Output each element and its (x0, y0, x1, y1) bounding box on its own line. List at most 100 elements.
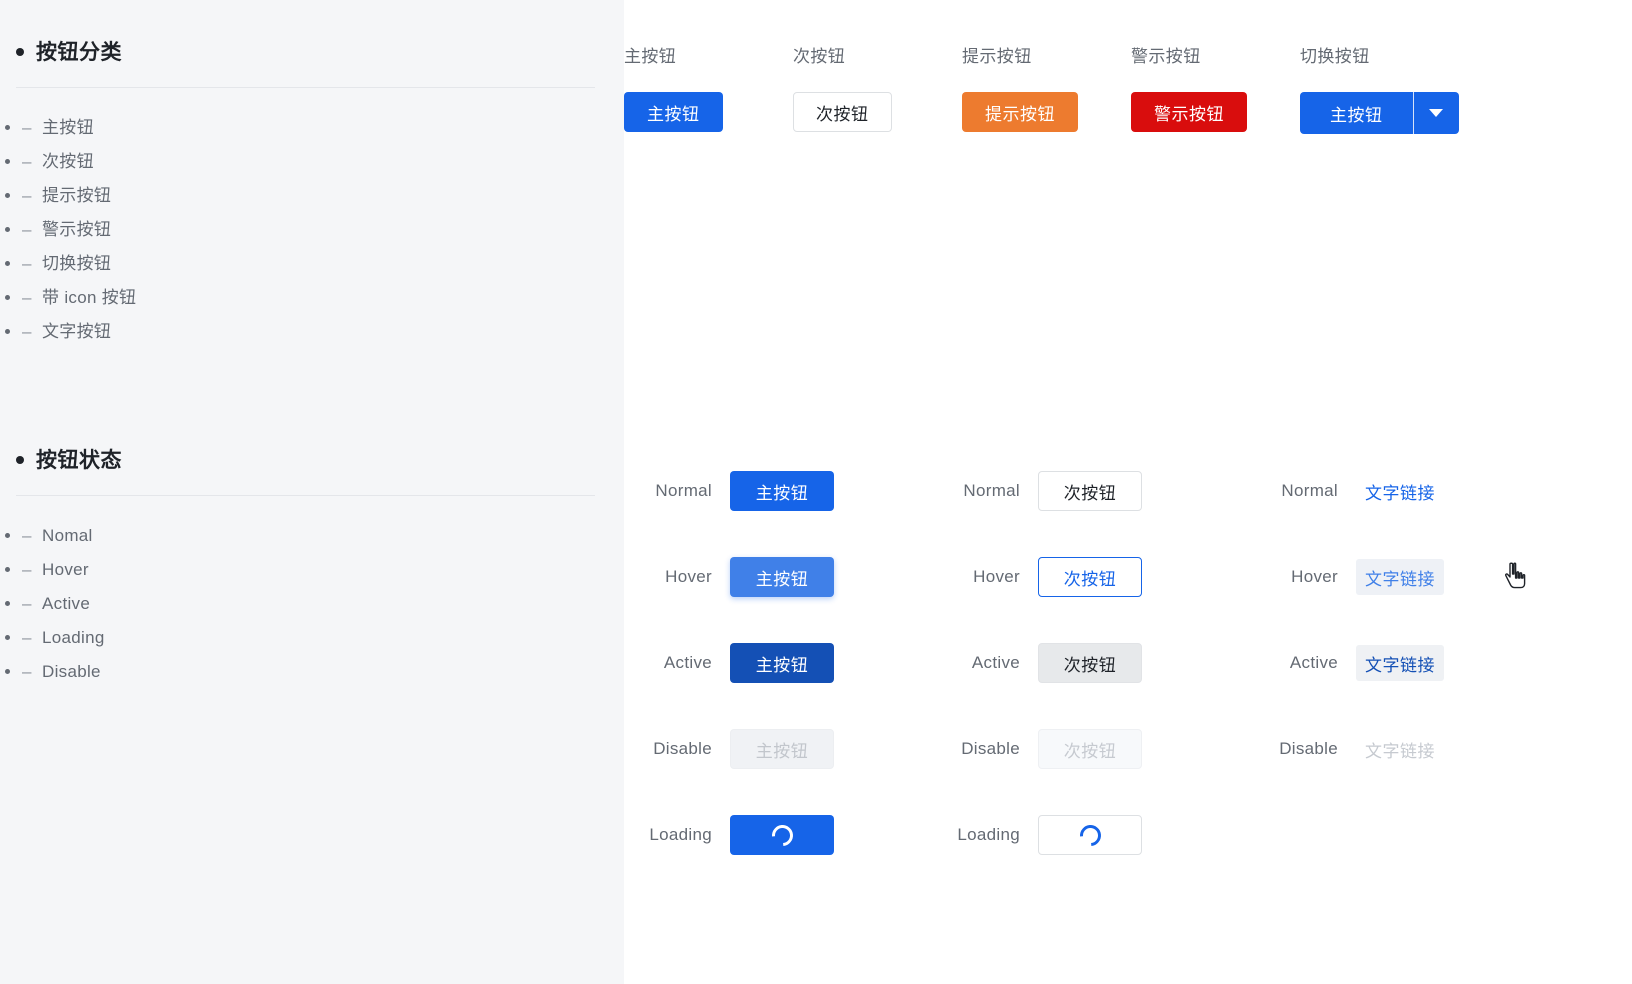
category-secondary: 次按钮 次按钮 (793, 44, 962, 134)
primary-button-active[interactable]: 主按钮 (730, 643, 834, 683)
category-button-wrap: 提示按钮 (962, 92, 1131, 132)
sidebar-item-label: Nomal (42, 526, 93, 545)
state-cell-link-normal: Normal 文字链接 (1236, 473, 1536, 509)
main-content: 主按钮 主按钮 次按钮 次按钮 提示按钮 提示按钮 警示按钮 警示按钮 切换按钮 (624, 0, 1632, 984)
state-cell-secondary-hover: Hover 次按钮 (930, 557, 1236, 597)
warning-button[interactable]: 提示按钮 (962, 92, 1078, 132)
state-label: Normal (655, 481, 712, 500)
text-link-active[interactable]: 文字链接 (1356, 645, 1444, 681)
category-primary: 主按钮 主按钮 (624, 44, 793, 134)
sidebar-heading: 按钮分类 (0, 34, 624, 68)
sidebar-divider (16, 87, 595, 88)
sidebar-item-warning-button[interactable]: –提示按钮 (22, 179, 624, 213)
category-button-wrap: 警示按钮 (1131, 92, 1300, 132)
category-warning: 提示按钮 提示按钮 (962, 44, 1131, 134)
dash-glyph: – (22, 560, 32, 579)
category-button-wrap: 主按钮 (624, 92, 793, 132)
sidebar-item-state-hover[interactable]: –Hover (22, 553, 624, 587)
sidebar-item-label: Active (42, 594, 91, 613)
split-button-dropdown-toggle[interactable] (1413, 92, 1459, 134)
state-cell-secondary-active: Active 次按钮 (930, 643, 1236, 683)
dash-glyph: – (22, 288, 32, 307)
state-cell-primary-normal: Normal 主按钮 (624, 471, 930, 511)
sidebar-item-icon-button[interactable]: –带 icon 按钮 (22, 281, 624, 315)
sidebar-section-button-states: 按钮状态 –Nomal –Hover –Active –Loading –Dis… (0, 442, 624, 689)
sidebar-item-danger-button[interactable]: –警示按钮 (22, 213, 624, 247)
category-button-wrap: 次按钮 (793, 92, 962, 132)
state-cell-link-disable: Disable 文字链接 (1236, 731, 1536, 767)
text-link-normal[interactable]: 文字链接 (1356, 473, 1444, 509)
dash-glyph: – (22, 254, 32, 273)
sidebar-heading: 按钮状态 (0, 442, 624, 476)
sidebar-item-primary-button[interactable]: –主按钮 (22, 111, 624, 145)
state-label: Loading (957, 825, 1020, 844)
secondary-button[interactable]: 次按钮 (793, 92, 892, 132)
sidebar-list-states: –Nomal –Hover –Active –Loading –Disable (0, 519, 624, 689)
state-cell-link-hover: Hover 文字链接 (1236, 559, 1536, 595)
sidebar-heading-label: 按钮状态 (36, 449, 122, 472)
sidebar-list-categories: –主按钮 –次按钮 –提示按钮 –警示按钮 –切换按钮 –带 icon 按钮 –… (0, 111, 624, 349)
button-states-grid: Normal 主按钮 Normal 次按钮 Normal 文字链接 Hover … (624, 448, 1632, 878)
state-row-normal: Normal 主按钮 Normal 次按钮 Normal 文字链接 (624, 448, 1632, 534)
text-link-hover[interactable]: 文字链接 (1356, 559, 1444, 595)
sidebar-item-secondary-button[interactable]: –次按钮 (22, 145, 624, 179)
sidebar-section-button-categories: 按钮分类 –主按钮 –次按钮 –提示按钮 –警示按钮 –切换按钮 –带 icon… (0, 34, 624, 349)
sidebar-divider (16, 495, 595, 496)
secondary-button-loading[interactable] (1038, 815, 1142, 855)
split-button: 主按钮 (1300, 92, 1459, 134)
sidebar-item-label: Loading (42, 628, 105, 647)
danger-button[interactable]: 警示按钮 (1131, 92, 1247, 132)
state-label: Active (663, 653, 712, 672)
state-cell-secondary-normal: Normal 次按钮 (930, 471, 1236, 511)
sidebar-item-state-normal[interactable]: –Nomal (22, 519, 624, 553)
category-label: 次按钮 (793, 47, 846, 66)
dash-glyph: – (22, 220, 32, 239)
split-button-main[interactable]: 主按钮 (1300, 92, 1413, 134)
category-label: 切换按钮 (1300, 47, 1370, 66)
state-cell-primary-disable: Disable 主按钮 (624, 729, 930, 769)
sidebar-item-label: 文字按钮 (42, 322, 112, 341)
sidebar-item-label: 提示按钮 (42, 186, 112, 205)
primary-button-normal[interactable]: 主按钮 (730, 471, 834, 511)
state-cell-secondary-disable: Disable 次按钮 (930, 729, 1236, 769)
chevron-down-icon (1429, 109, 1443, 117)
primary-button-loading[interactable] (730, 815, 834, 855)
primary-button-hover[interactable]: 主按钮 (730, 557, 834, 597)
sidebar-item-label: Hover (42, 560, 89, 579)
sidebar-item-state-disable[interactable]: –Disable (22, 655, 624, 689)
dash-glyph: – (22, 186, 32, 205)
secondary-button-normal[interactable]: 次按钮 (1038, 471, 1142, 511)
state-label: Disable (653, 739, 712, 758)
state-row-disable: Disable 主按钮 Disable 次按钮 Disable 文字链接 (624, 706, 1632, 792)
dash-glyph: – (22, 526, 32, 545)
state-cell-primary-active: Active 主按钮 (624, 643, 930, 683)
state-label: Hover (973, 567, 1020, 586)
dash-glyph: – (22, 594, 32, 613)
sidebar-item-text-button[interactable]: –文字按钮 (22, 315, 624, 349)
state-label: Active (971, 653, 1020, 672)
dash-glyph: – (22, 118, 32, 137)
sidebar-item-label: 主按钮 (42, 118, 94, 137)
sidebar-item-label: 次按钮 (42, 152, 94, 171)
state-label: Active (1289, 653, 1338, 672)
state-label: Hover (1291, 567, 1338, 586)
sidebar-item-label: 警示按钮 (42, 220, 112, 239)
dash-glyph: – (22, 322, 32, 341)
primary-button[interactable]: 主按钮 (624, 92, 723, 132)
sidebar-item-toggle-button[interactable]: –切换按钮 (22, 247, 624, 281)
state-label: Disable (1279, 739, 1338, 758)
dash-glyph: – (22, 628, 32, 647)
state-label: Normal (963, 481, 1020, 500)
category-danger: 警示按钮 警示按钮 (1131, 44, 1300, 134)
sidebar-item-label: 带 icon 按钮 (42, 288, 137, 307)
state-cell-primary-hover: Hover 主按钮 (624, 557, 930, 597)
secondary-button-hover[interactable]: 次按钮 (1038, 557, 1142, 597)
state-row-loading: Loading Loading (624, 792, 1632, 878)
text-link-disable: 文字链接 (1365, 741, 1435, 761)
sidebar-item-state-loading[interactable]: –Loading (22, 621, 624, 655)
secondary-button-active[interactable]: 次按钮 (1038, 643, 1142, 683)
sidebar-item-state-active[interactable]: –Active (22, 587, 624, 621)
spinner-icon (767, 820, 797, 850)
primary-button-disable: 主按钮 (730, 729, 834, 769)
state-label: Disable (961, 739, 1020, 758)
